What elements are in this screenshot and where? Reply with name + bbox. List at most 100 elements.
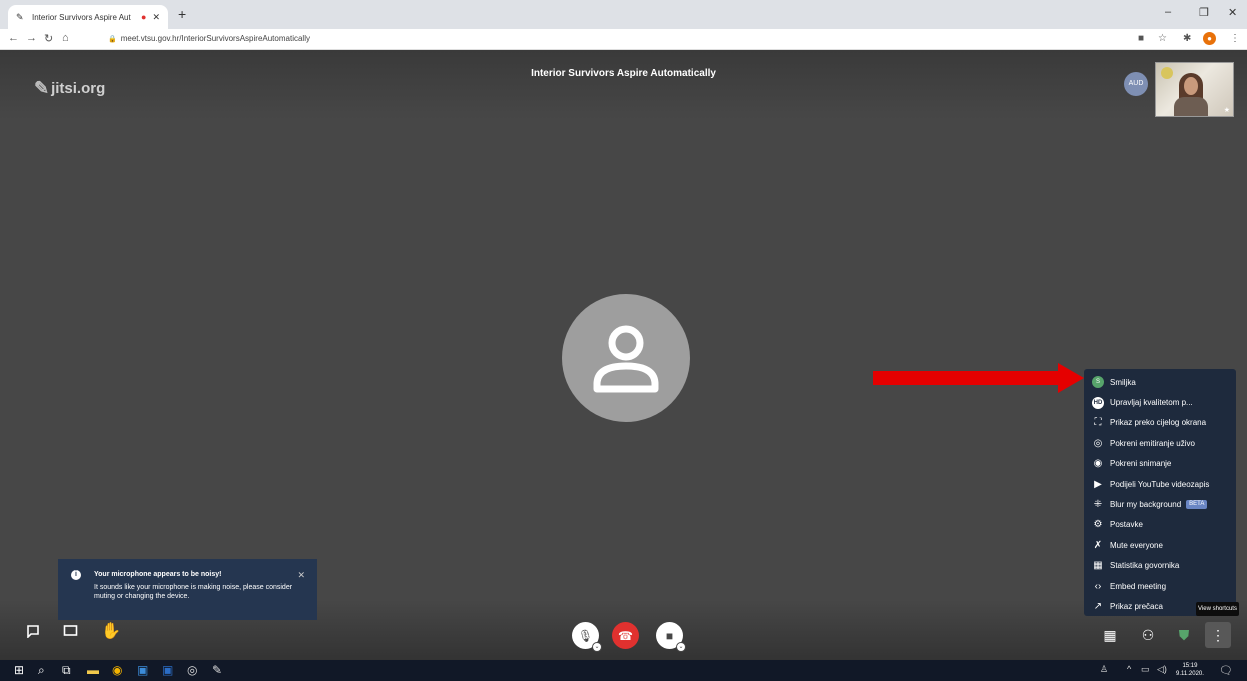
- thumbnail-face: [1184, 77, 1198, 95]
- thumbnail-lamp: [1161, 67, 1173, 79]
- more-actions-button[interactable]: ⋮: [1205, 622, 1231, 648]
- people-tray-icon[interactable]: ♙: [1100, 664, 1108, 675]
- url-text: meet.vtsu.gov.hr/InteriorSurvivorsAspire…: [120, 34, 310, 43]
- thumbnail-body: [1174, 97, 1208, 116]
- menu-item-label: Upravljaj kvalitetom p...: [1110, 398, 1193, 408]
- mute-everyone-icon: ✗: [1093, 539, 1103, 551]
- start-icon[interactable]: ⊞: [14, 663, 24, 677]
- add-people-icon: ⚇: [1141, 626, 1155, 643]
- invite-button[interactable]: ⚇: [1135, 622, 1161, 648]
- livestream-icon: ◎: [1093, 437, 1103, 449]
- meeting-title: Interior Survivors Aspire Automatically: [531, 68, 716, 79]
- red-arrow-shaft: [873, 371, 1061, 385]
- menu-item-label: Embed meeting: [1110, 581, 1167, 591]
- raise-hand-icon[interactable]: ✋: [101, 621, 121, 641]
- mic-options-chevron-icon[interactable]: ⌄: [592, 642, 602, 652]
- menu-item-quality[interactable]: HD Upravljaj kvalitetom p...: [1084, 392, 1236, 412]
- outlook-icon[interactable]: ▣: [137, 663, 148, 677]
- tab-title: Interior Survivors Aspire Aut: [32, 12, 131, 22]
- new-tab-button[interactable]: +: [178, 6, 186, 22]
- search-icon[interactable]: ⌕: [38, 663, 45, 678]
- home-icon[interactable]: ⌂: [62, 32, 69, 44]
- menu-item-label: Prikaz prečaca: [1110, 601, 1163, 611]
- tile-view-icon: ▦: [1103, 626, 1117, 643]
- reload-icon[interactable]: ↻: [44, 32, 53, 45]
- profile-avatar-icon[interactable]: ●: [1203, 32, 1216, 45]
- menu-item-youtube[interactable]: ▶ Podijeli YouTube videozapis: [1084, 474, 1236, 494]
- stats-icon: ▦: [1093, 560, 1103, 572]
- embed-icon: ‹›: [1094, 580, 1102, 592]
- network-icon[interactable]: ▭: [1141, 664, 1150, 675]
- menu-item-label: Smiljka: [1110, 377, 1136, 387]
- volume-icon[interactable]: ◁): [1157, 664, 1167, 675]
- lock-icon: 🔒: [108, 36, 117, 43]
- menu-item-settings[interactable]: ⚙ Postavke: [1084, 515, 1236, 535]
- browser-menu-icon[interactable]: ⋮: [1230, 33, 1240, 44]
- menu-item-fullscreen[interactable]: ⛶ Prikaz preko cijelog okrana: [1084, 413, 1236, 433]
- user-silhouette-icon: [593, 325, 659, 393]
- close-notification-icon[interactable]: ✕: [297, 570, 305, 581]
- task-view-icon[interactable]: ⧉: [62, 663, 71, 678]
- menu-item-embed[interactable]: ‹› Embed meeting: [1084, 576, 1236, 596]
- overflow-menu: S Smiljka HD Upravljaj kvalitetom p... ⛶ Pr…: [1084, 369, 1236, 616]
- jitsi-logo-icon: ✎: [34, 78, 50, 98]
- address-bar: ← → ↻ ⌂ 🔒 meet.vtsu.gov.hr/InteriorSurviv…: [0, 29, 1247, 50]
- hangup-button[interactable]: ☎: [612, 622, 639, 649]
- menu-item-blur[interactable]: ⁜ Blur my background BETA: [1084, 494, 1236, 514]
- file-explorer-icon[interactable]: ▬: [87, 663, 99, 677]
- blur-icon: ⁜: [1093, 499, 1103, 511]
- menu-item-label: Pokreni emitiranje uživo: [1110, 438, 1195, 448]
- record-icon: ◉: [1093, 458, 1103, 470]
- forward-arrow-icon[interactable]: →: [26, 32, 37, 44]
- menu-item-livestream[interactable]: ◎ Pokreni emitiranje uživo: [1084, 433, 1236, 453]
- menu-item-label: Pokreni snimanje: [1110, 459, 1172, 469]
- word-icon[interactable]: ▣: [162, 663, 173, 677]
- bookmark-star-icon[interactable]: ☆: [1158, 33, 1167, 44]
- screen-share-icon[interactable]: [63, 624, 78, 643]
- remote-video-thumbnail[interactable]: ★: [1155, 62, 1234, 117]
- info-icon: i: [71, 570, 81, 580]
- fullscreen-icon: ⛶: [1094, 417, 1102, 429]
- gear-icon: ⚙: [1093, 519, 1103, 531]
- camera-button[interactable]: ■ ⌄: [656, 622, 686, 652]
- menu-item-recording[interactable]: ◉ Pokreni snimanje: [1084, 454, 1236, 474]
- recording-indicator-icon: ●: [141, 12, 147, 22]
- extensions-icon[interactable]: ✱: [1183, 33, 1191, 44]
- large-participant-avatar: [562, 294, 690, 422]
- jitsi-taskbar-icon[interactable]: ✎: [212, 663, 222, 677]
- local-avatar[interactable]: AUD: [1124, 72, 1148, 96]
- minimize-button[interactable]: –: [1165, 6, 1171, 18]
- hd-icon: HD: [1092, 396, 1104, 409]
- media-icon[interactable]: ■: [1138, 33, 1144, 44]
- system-clock[interactable]: 15:19 9.11.2020.: [1176, 662, 1204, 678]
- notification-center-icon[interactable]: 🗨: [1219, 664, 1233, 677]
- menu-item-speaker-stats[interactable]: ▦ Statistika govornika: [1084, 556, 1236, 576]
- browser-tab[interactable]: ✎ Interior Survivors Aspire Aut ● ✕: [8, 5, 168, 29]
- maximize-button[interactable]: ❐: [1199, 6, 1209, 19]
- chrome-icon[interactable]: ◉: [112, 663, 122, 677]
- menu-item-profile[interactable]: S Smiljka: [1084, 372, 1236, 392]
- menu-item-label: Blur my background: [1110, 500, 1182, 510]
- jitsi-logo[interactable]: ✎ jitsi.org: [34, 78, 105, 99]
- hangup-icon: ☎: [618, 628, 633, 643]
- url-field[interactable]: 🔒 meet.vtsu.gov.hr/InteriorSurvivorsAspir…: [108, 34, 310, 43]
- chat-icon[interactable]: [26, 624, 40, 643]
- notification-body: It sounds like your microphone is making…: [94, 584, 293, 600]
- menu-item-label: Prikaz preko cijelog okrana: [1110, 418, 1207, 428]
- back-arrow-icon[interactable]: ←: [8, 32, 19, 44]
- close-window-button[interactable]: ✕: [1228, 6, 1237, 19]
- menu-item-mute-everyone[interactable]: ✗ Mute everyone: [1084, 535, 1236, 555]
- beta-badge: BETA: [1186, 500, 1208, 510]
- security-button[interactable]: ⛊: [1171, 622, 1197, 648]
- camera-options-chevron-icon[interactable]: ⌄: [676, 642, 686, 652]
- top-gradient: [0, 50, 1247, 120]
- shortcuts-tooltip: View shortcuts: [1196, 602, 1239, 616]
- moderator-star-icon: ★: [1223, 107, 1230, 114]
- microphone-button[interactable]: 🎙 ⌄: [572, 622, 602, 652]
- youtube-icon: ▶: [1094, 478, 1102, 490]
- browser-tab-bar: ✎ Interior Survivors Aspire Aut ● ✕ + – …: [0, 0, 1247, 29]
- tile-view-button[interactable]: ▦: [1097, 622, 1123, 648]
- show-hidden-icons-icon[interactable]: ^: [1127, 664, 1131, 674]
- media-app-icon[interactable]: ◎: [187, 663, 197, 677]
- close-tab-icon[interactable]: ✕: [152, 12, 160, 23]
